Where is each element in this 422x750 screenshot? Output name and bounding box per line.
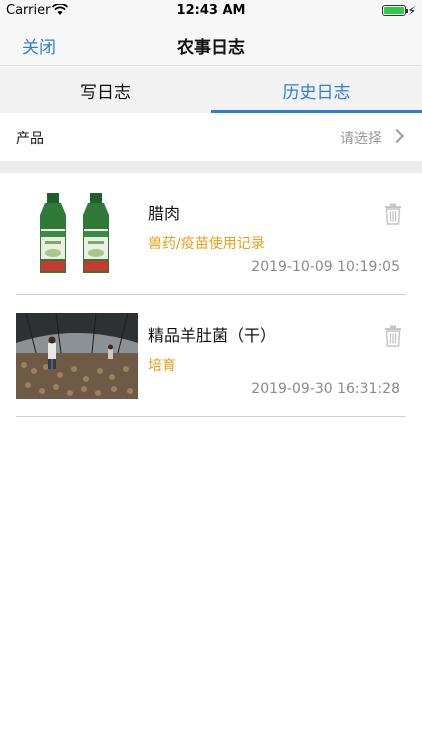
log-product-name: 精品羊肚菌（干） (148, 326, 277, 345)
log-type: 培育 (148, 358, 176, 374)
nav-bar: 关闭 农事日志 (0, 22, 422, 66)
status-bar: Carrier 12:43 AM ⚡ (0, 0, 422, 22)
battery-fill (384, 7, 404, 14)
vaccine-bottles-image (16, 191, 138, 277)
tab-write-log[interactable]: 写日志 (0, 67, 211, 113)
page-title: 农事日志 (177, 38, 245, 58)
log-list: 腊肉 兽药/疫苗使用记录 2019-10-09 10:19:05 精品羊肚菌（干… (0, 173, 422, 417)
tab-write-log-label: 写日志 (80, 82, 131, 103)
chevron-right-icon (389, 128, 405, 144)
log-date: 2019-10-09 10:19:05 (251, 259, 400, 275)
list-item[interactable]: 腊肉 兽药/疫苗使用记录 2019-10-09 10:19:05 (16, 173, 406, 295)
greenhouse-image (16, 313, 138, 399)
tab-history-log[interactable]: 历史日志 (211, 67, 422, 113)
charging-icon: ⚡ (407, 4, 416, 18)
trash-icon[interactable] (384, 325, 402, 347)
product-filter-row[interactable]: 产品 请选择 (0, 113, 422, 161)
product-filter-value[interactable]: 请选择 (340, 128, 382, 148)
log-type: 兽药/疫苗使用记录 (148, 236, 265, 252)
log-product-name: 腊肉 (148, 204, 181, 223)
section-divider (0, 161, 422, 173)
trash-icon[interactable] (384, 203, 402, 225)
battery-icon (382, 5, 408, 16)
tab-bar: 写日志 历史日志 (0, 67, 422, 113)
tab-history-log-label: 历史日志 (282, 82, 351, 103)
status-time: 12:43 AM (176, 3, 246, 18)
list-item[interactable]: 精品羊肚菌（干） 培育 2019-09-30 16:31:28 (16, 295, 406, 417)
product-filter-label: 产品 (16, 131, 44, 147)
log-date: 2019-09-30 16:31:28 (251, 381, 400, 397)
